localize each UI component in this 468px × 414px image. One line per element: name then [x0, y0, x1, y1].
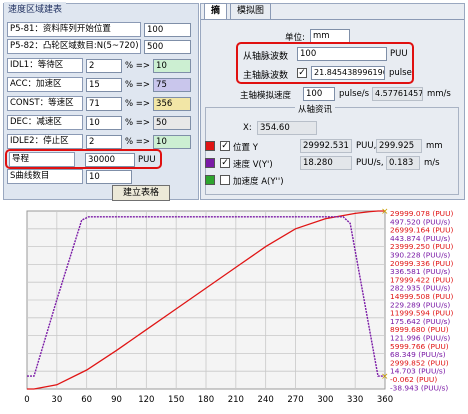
const-percent-input[interactable]: 71	[86, 96, 122, 111]
x-tick-label: 150	[168, 395, 184, 405]
build-table-button[interactable]: 建立表格	[112, 185, 170, 201]
x-tick-label: 180	[198, 395, 214, 405]
p5-81-input[interactable]: 100	[144, 22, 191, 37]
acc-result: 75	[153, 77, 192, 92]
row-const: CONST：等速区 71 % => 356	[7, 96, 192, 111]
tab-divider	[201, 19, 464, 20]
lead-unit: PUU	[138, 154, 156, 165]
velocity-unit: PUU/s,	[356, 158, 384, 168]
idle2-result: 10	[153, 134, 192, 149]
speed-region-title: 速度区域建表	[4, 2, 67, 15]
const-label: CONST：等速区	[7, 96, 83, 111]
p5-82-label: P5-82：凸轮区域数目:N(5~720)	[7, 39, 141, 54]
x-tick-label: 0	[24, 395, 29, 405]
velocity-end-marker: ×	[381, 372, 389, 382]
dec-percent-input[interactable]: 10	[86, 115, 122, 130]
row-p5-82: P5-82：凸轮区域数目:N(5~720) 500	[7, 39, 191, 54]
idl1-percent-input[interactable]: 2	[86, 58, 122, 73]
row-acc: ACC：加速区 15 % => 75	[7, 77, 192, 92]
position-end-marker: ×	[381, 207, 389, 217]
x-tick-label: 120	[138, 395, 154, 405]
dec-result: 50	[153, 115, 192, 130]
x-tick-label: 60	[81, 395, 92, 405]
master-speed-input[interactable]: 100	[303, 87, 335, 101]
right-axis-labels: 29999.078 (PUU)497.520 (PUU/s)26999.164 …	[390, 209, 453, 392]
accel-color-swatch[interactable]	[205, 175, 215, 185]
p5-81-label: P5-81：资料阵列开始位置	[7, 22, 141, 37]
slave-info-title: 从轴资讯	[295, 103, 336, 115]
idle2-percent-input[interactable]: 2	[86, 134, 122, 149]
idl1-label: IDL1：等待区	[7, 58, 83, 73]
position-value: 29992.531	[300, 139, 352, 153]
velocity-ms-value: 0.183	[386, 156, 420, 170]
master-pulse-unit: pulse	[389, 68, 412, 78]
x-value: 354.60	[257, 121, 317, 135]
row-s-curve: S曲线数目 10	[7, 169, 132, 184]
x-label: X:	[243, 123, 252, 133]
x-tick-label: 270	[287, 395, 303, 405]
x-tick-label: 90	[111, 395, 122, 405]
row-lead: 导程 30000 PUU	[9, 152, 156, 167]
master-pulse-input[interactable]: 21.845438996196(	[311, 66, 385, 80]
lead-input[interactable]: 30000	[85, 152, 135, 167]
tab-main[interactable]: 摘	[204, 3, 228, 19]
dec-label: DEC：减速区	[7, 115, 83, 130]
position-color-swatch[interactable]	[205, 141, 215, 151]
right-axis-label: -38.943 (PUU/s)	[390, 383, 448, 392]
row-p5-81: P5-81：资料阵列开始位置 100	[7, 22, 191, 37]
master-speed-label: 主轴模拟速度	[240, 91, 292, 101]
position-unit: PUU,	[356, 141, 377, 151]
dec-arrow: % =>	[125, 117, 151, 128]
position-checkbox[interactable]: ✓	[220, 141, 230, 151]
row-dec: DEC：减速区 10 % => 50	[7, 115, 192, 130]
velocity-checkbox[interactable]: ✓	[220, 158, 230, 168]
s-curve-input[interactable]: 10	[86, 169, 132, 184]
master-speed-unit: pulse/s	[339, 89, 370, 99]
const-arrow: % =>	[125, 98, 151, 109]
position-mm-unit: mm	[426, 141, 443, 151]
idl1-arrow: % =>	[125, 60, 151, 71]
velocity-ms-unit: m/s	[424, 158, 440, 168]
slave-pulse-unit: PUU	[390, 49, 408, 59]
row-idl1: IDL1：等待区 2 % => 10	[7, 58, 192, 73]
s-curve-label: S曲线数目	[7, 169, 83, 184]
unit-select[interactable]: mm	[310, 29, 350, 43]
x-tick-label: 210	[228, 395, 244, 405]
motion-profile-chart: × × 0 30 60 90 120 150 180 210 240 270 300 330 360 29…	[2, 206, 466, 412]
x-tick-label: 30	[51, 395, 62, 405]
accel-checkbox[interactable]	[220, 175, 230, 185]
velocity-color-swatch[interactable]	[205, 158, 215, 168]
lead-label: 导程	[9, 152, 75, 167]
master-pulse-checkbox[interactable]: ✓	[297, 68, 307, 78]
master-speed-mm-unit: mm/s	[427, 89, 451, 99]
position-label: 位置 Y	[233, 143, 258, 153]
p5-82-input[interactable]: 500	[144, 39, 191, 54]
slave-pulse-input[interactable]: 100	[297, 47, 387, 61]
x-tick-label: 300	[317, 395, 333, 405]
tab-simulation[interactable]: 模拟图	[230, 3, 272, 19]
velocity-label: 速度 V(Y')	[233, 160, 273, 170]
slave-pulse-label: 从轴脉波数	[243, 52, 289, 62]
idle2-arrow: % =>	[125, 136, 151, 147]
const-result: 356	[153, 96, 192, 111]
master-pulse-label: 主轴脉波数	[243, 71, 289, 81]
acc-arrow: % =>	[125, 79, 151, 90]
x-tick-label: 330	[347, 395, 363, 405]
x-tick-label: 360	[377, 395, 393, 405]
acc-label: ACC：加速区	[7, 77, 83, 92]
row-idle2: IDLE2：停止区 2 % => 10	[7, 134, 192, 149]
idl1-result: 10	[153, 58, 192, 73]
accel-label: 加速度 A(Y'')	[233, 177, 284, 187]
master-speed-mm-value: 4.577614577	[372, 87, 423, 101]
velocity-value: 18.280	[300, 156, 352, 170]
acc-percent-input[interactable]: 15	[86, 77, 122, 92]
idle2-label: IDLE2：停止区	[7, 134, 83, 149]
position-mm-value: 299.925	[376, 139, 422, 153]
x-tick-label: 240	[258, 395, 274, 405]
